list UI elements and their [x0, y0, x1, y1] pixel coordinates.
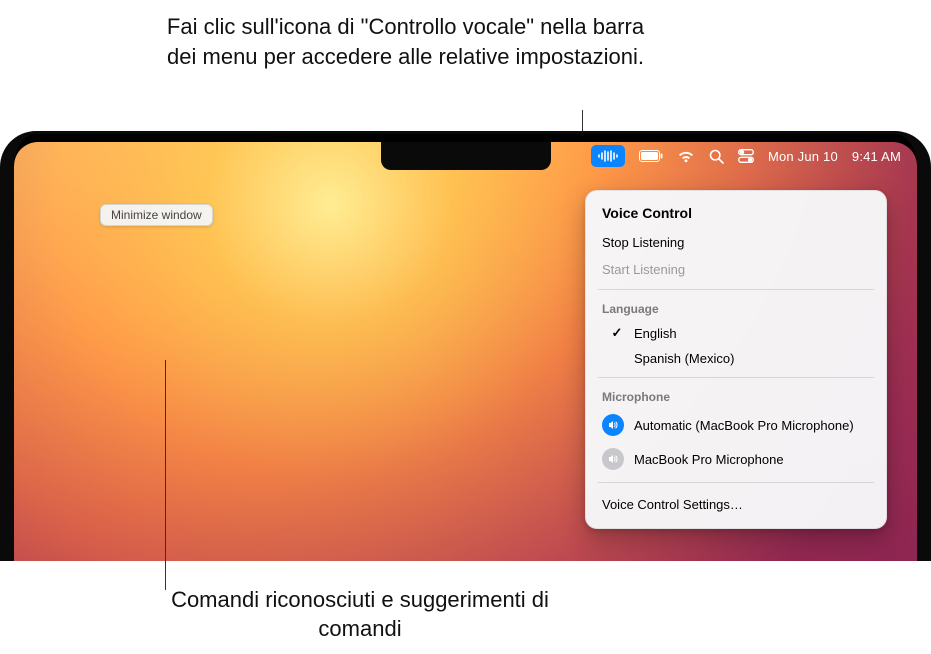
- checkmark-icon: ✓: [610, 325, 624, 341]
- microphone-label: MacBook Pro Microphone: [634, 452, 784, 467]
- display-notch: [381, 142, 551, 170]
- wifi-icon[interactable]: [677, 150, 695, 163]
- voice-control-settings-item[interactable]: Voice Control Settings…: [586, 489, 886, 520]
- stop-listening-item[interactable]: Stop Listening: [586, 229, 886, 256]
- microphone-section-label: Microphone: [586, 384, 886, 408]
- voice-control-menubar-icon[interactable]: [591, 145, 625, 167]
- divider: [598, 289, 874, 290]
- battery-icon[interactable]: [639, 150, 663, 162]
- callout-top-text: Fai clic sull'icona di "Controllo vocale…: [160, 12, 651, 71]
- dropdown-title: Voice Control: [586, 201, 886, 229]
- start-listening-item: Start Listening: [586, 256, 886, 283]
- divider: [598, 377, 874, 378]
- callout-bottom-text: Comandi riconosciuti e suggerimenti di c…: [150, 585, 570, 644]
- speaker-icon: [602, 414, 624, 436]
- laptop-frame: Mon Jun 10 9:41 AM Minimize window Voice…: [0, 131, 931, 561]
- menubar-date[interactable]: Mon Jun 10: [768, 149, 838, 164]
- speaker-icon: [602, 448, 624, 470]
- control-center-icon[interactable]: [738, 149, 754, 163]
- divider: [598, 482, 874, 483]
- voice-control-dropdown: Voice Control Stop Listening Start Liste…: [585, 190, 887, 529]
- language-section-label: Language: [586, 296, 886, 320]
- callout-leader-bottom: [165, 360, 166, 590]
- language-label: Spanish (Mexico): [634, 351, 734, 366]
- language-option-spanish-mexico[interactable]: Spanish (Mexico): [586, 346, 886, 371]
- microphone-option-macbook-pro[interactable]: MacBook Pro Microphone: [586, 442, 886, 476]
- checkmark-placeholder: [610, 351, 624, 366]
- language-option-english[interactable]: ✓ English: [586, 320, 886, 346]
- menubar-time[interactable]: 9:41 AM: [852, 149, 901, 164]
- desktop-background: Mon Jun 10 9:41 AM Minimize window Voice…: [14, 142, 917, 561]
- recognized-command-bubble: Minimize window: [100, 204, 213, 226]
- microphone-label: Automatic (MacBook Pro Microphone): [634, 418, 854, 433]
- language-label: English: [634, 326, 677, 341]
- microphone-option-automatic[interactable]: Automatic (MacBook Pro Microphone): [586, 408, 886, 442]
- spotlight-icon[interactable]: [709, 149, 724, 164]
